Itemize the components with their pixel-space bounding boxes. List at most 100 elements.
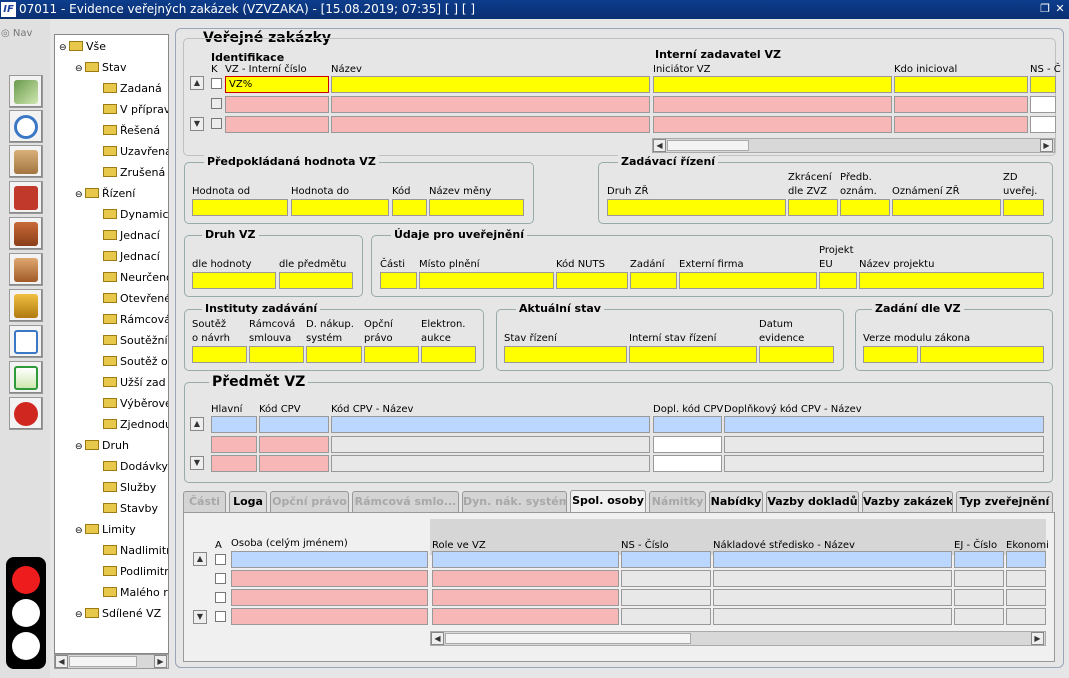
tree-item[interactable]: Podlimitní [93, 563, 168, 581]
scroll-up-icon[interactable]: ▲ [193, 552, 207, 566]
predmet-row2-nazev[interactable] [331, 436, 650, 453]
projekt-eu-input[interactable] [819, 272, 857, 289]
collapse-icon[interactable]: ⊖ [75, 606, 85, 624]
osoby-cell[interactable] [231, 589, 428, 606]
scroll-down-icon[interactable]: ▼ [193, 610, 207, 624]
collapse-icon[interactable]: ⊖ [75, 60, 85, 78]
tab-10[interactable]: Typ zveřejnění [956, 491, 1053, 513]
row3-nazev[interactable] [331, 116, 650, 133]
clock-icon[interactable] [9, 110, 43, 143]
predmet-row2-dopl[interactable] [653, 436, 722, 453]
scales-icon[interactable] [9, 289, 43, 322]
scroll-down-icon[interactable]: ▼ [190, 117, 204, 131]
tree-item[interactable]: Otevřené [93, 290, 168, 308]
tree-item[interactable]: Stavby [93, 500, 158, 518]
row2-checkbox[interactable] [211, 98, 222, 109]
zkraceni-input[interactable] [788, 199, 838, 216]
osoby-cell[interactable] [1006, 551, 1046, 568]
predmet-row2-hlavni[interactable] [211, 436, 257, 453]
druh-zr-input[interactable] [607, 199, 786, 216]
nazev-projektu-input[interactable] [859, 272, 1044, 289]
close-icon[interactable]: ✕ [1052, 1, 1068, 17]
soutez-input[interactable] [192, 346, 247, 363]
tree-item[interactable]: Soutěžní [93, 332, 168, 350]
row3-ns[interactable] [1030, 116, 1056, 133]
tree-item[interactable]: ⊖ Druh [75, 437, 129, 455]
iniciator-input[interactable] [653, 76, 892, 93]
row2-ns[interactable] [1030, 96, 1056, 113]
money-icon[interactable] [9, 75, 43, 108]
ramcova-input[interactable] [249, 346, 304, 363]
osoby-cell[interactable] [432, 551, 619, 568]
datum-evidence-input[interactable] [759, 346, 834, 363]
kod-cpv-cell[interactable] [259, 416, 329, 433]
osoby-cell[interactable] [621, 570, 711, 587]
d-nakup-input[interactable] [306, 346, 362, 363]
dopl-nazev-cell[interactable] [724, 416, 1044, 433]
tree-item[interactable]: ⊖ Limity [75, 521, 136, 539]
osoby-scroll-thumb[interactable] [445, 633, 691, 644]
osoby-cell[interactable] [1006, 589, 1046, 606]
tab-7[interactable]: Nabídky [709, 491, 763, 513]
row3-vz[interactable] [225, 116, 329, 133]
scroll-right-icon[interactable]: ▶ [154, 655, 167, 668]
osoby-cell[interactable] [231, 551, 428, 568]
tab-0[interactable]: Části [183, 491, 226, 513]
scroll-right-icon[interactable]: ▶ [1031, 632, 1044, 645]
osoby-cell[interactable] [231, 608, 428, 625]
osoby-cell[interactable] [954, 608, 1004, 625]
tree-item[interactable]: ⊖ Řízení [75, 185, 135, 203]
zd-uverej-input[interactable] [1003, 199, 1044, 216]
row2-iniciator[interactable] [653, 96, 892, 113]
tree-item[interactable]: Neurčeno [93, 269, 168, 287]
tree-item[interactable]: Zjednodu [93, 416, 168, 434]
osoby-cell[interactable] [621, 551, 711, 568]
scroll-up-icon[interactable]: ▲ [190, 76, 204, 90]
row3-iniciator[interactable] [653, 116, 892, 133]
casti-input[interactable] [380, 272, 417, 289]
scroll-right-icon[interactable]: ▶ [1040, 139, 1053, 152]
row2-kdo[interactable] [894, 96, 1028, 113]
stav-rizeni-input[interactable] [504, 346, 627, 363]
verze-modulu-input[interactable] [863, 346, 918, 363]
tree-item[interactable]: ⊖ Stav [75, 59, 127, 77]
collapse-icon[interactable]: ⊖ [75, 522, 85, 540]
verze-nazev-input[interactable] [920, 346, 1044, 363]
document-icon[interactable] [9, 325, 43, 358]
externi-firma-input[interactable] [679, 272, 817, 289]
tab-8[interactable]: Vazby dokladů [766, 491, 859, 513]
row3-kdo[interactable] [894, 116, 1028, 133]
tree-item[interactable]: Zadaná [93, 80, 162, 98]
person-icon[interactable] [9, 253, 43, 286]
osoby-cell[interactable] [954, 570, 1004, 587]
tree-item[interactable]: ⊖ Vše [59, 38, 106, 56]
tree-item[interactable]: Uzavřená [93, 143, 168, 161]
notebook-icon[interactable] [9, 145, 43, 178]
row1-checkbox[interactable] [211, 78, 222, 89]
scroll-left-icon[interactable]: ◀ [653, 139, 666, 152]
predmet-row3-dopl[interactable] [653, 455, 722, 472]
tab-6[interactable]: Námitky [649, 491, 706, 513]
tab-9[interactable]: Vazby zakázek [862, 491, 953, 513]
dle-hodnoty-input[interactable] [192, 272, 276, 289]
tree-item[interactable]: Řešená [93, 122, 160, 140]
kdo-inicioval-input[interactable] [894, 76, 1028, 93]
restore-icon[interactable]: ❐ [1037, 1, 1053, 17]
kod-cpv-nazev-cell[interactable] [331, 416, 650, 433]
misto-plneni-input[interactable] [419, 272, 554, 289]
tree-item[interactable]: Dynamický [93, 206, 168, 224]
tree-item[interactable]: Výběrové [93, 395, 168, 413]
hodnota-do-input[interactable] [291, 199, 389, 216]
tab-1[interactable]: Loga [229, 491, 267, 513]
osoby-hscroll[interactable]: ◀ ▶ [430, 631, 1046, 646]
osoby-cell[interactable] [1006, 608, 1046, 625]
tree-item[interactable]: Nadlimitní [93, 542, 168, 560]
predmet-row2-dopl-nazev[interactable] [724, 436, 1044, 453]
osoby-cell[interactable] [432, 570, 619, 587]
tree-item[interactable]: Užší zad [93, 374, 166, 392]
kod-meny-input[interactable] [392, 199, 427, 216]
osoby-cell[interactable] [621, 608, 711, 625]
row3-checkbox[interactable] [211, 118, 222, 129]
tree-item[interactable]: Soutěž o [93, 353, 168, 371]
add-document-icon[interactable] [9, 361, 43, 394]
